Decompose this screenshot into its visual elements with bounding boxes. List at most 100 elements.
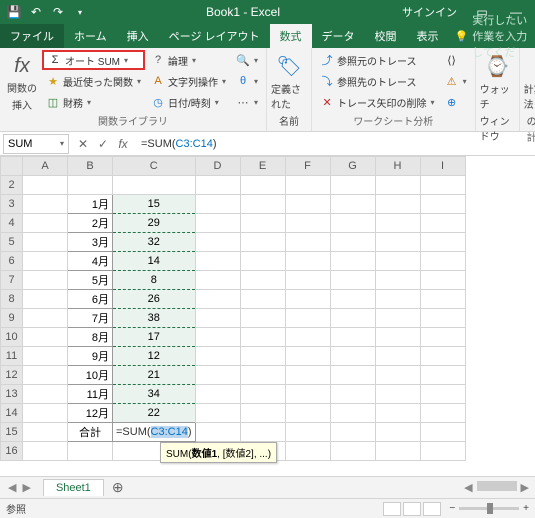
financial-button[interactable]: ◫ 財務 ▾: [42, 92, 145, 112]
tab-view[interactable]: 表示: [407, 24, 449, 48]
cell[interactable]: [195, 366, 240, 385]
cell[interactable]: [240, 404, 285, 423]
cell[interactable]: [375, 385, 420, 404]
cell[interactable]: 17: [113, 328, 196, 347]
cell[interactable]: [420, 442, 465, 461]
cell[interactable]: 5月: [68, 271, 113, 290]
cell[interactable]: [285, 328, 330, 347]
row-header[interactable]: 14: [1, 404, 23, 423]
sheet-tab[interactable]: Sheet1: [43, 479, 104, 496]
cell[interactable]: [330, 366, 375, 385]
formula-input[interactable]: =SUM(C3:C14): [137, 138, 535, 150]
cancel-button[interactable]: ✕: [75, 137, 91, 151]
insert-function-button[interactable]: fx 関数の 挿入: [4, 50, 40, 112]
logical-button[interactable]: ? 論理 ▾: [147, 50, 230, 70]
sheet-nav-prev[interactable]: ◀: [8, 481, 16, 494]
cell[interactable]: [240, 252, 285, 271]
cell[interactable]: [285, 423, 330, 442]
cell[interactable]: [375, 214, 420, 233]
cell[interactable]: [240, 195, 285, 214]
math-button[interactable]: θ▾: [232, 71, 262, 91]
cell[interactable]: [420, 328, 465, 347]
row-header[interactable]: 5: [1, 233, 23, 252]
scroll-thumb[interactable]: [477, 481, 517, 491]
cell[interactable]: [420, 233, 465, 252]
cell[interactable]: [375, 423, 420, 442]
tab-data[interactable]: データ: [312, 24, 365, 48]
cell[interactable]: [68, 442, 113, 461]
cell[interactable]: [330, 404, 375, 423]
tab-formulas[interactable]: 数式: [270, 24, 312, 48]
cell[interactable]: [23, 176, 68, 195]
row-header[interactable]: 16: [1, 442, 23, 461]
signin-button[interactable]: サインイン: [396, 4, 463, 20]
cell[interactable]: 3月: [68, 233, 113, 252]
cell[interactable]: [285, 404, 330, 423]
cell[interactable]: [240, 423, 285, 442]
row-header[interactable]: 4: [1, 214, 23, 233]
sheet-nav-next[interactable]: ▶: [22, 481, 30, 494]
cell[interactable]: [23, 252, 68, 271]
cell[interactable]: [330, 195, 375, 214]
cell[interactable]: 38: [113, 309, 196, 328]
cell[interactable]: 22: [113, 404, 196, 423]
calc-options-button[interactable]: 📱 計算方法 の設定: [524, 50, 535, 128]
cell[interactable]: [240, 214, 285, 233]
column-header[interactable]: A: [23, 157, 68, 176]
cell[interactable]: [240, 328, 285, 347]
recently-used-button[interactable]: ★ 最近使った関数 ▾: [42, 71, 145, 91]
cell[interactable]: [23, 347, 68, 366]
cell[interactable]: [375, 347, 420, 366]
cell[interactable]: [375, 366, 420, 385]
row-header[interactable]: 9: [1, 309, 23, 328]
spreadsheet-grid[interactable]: ABCDEFGHI231月1542月2953月3264月1475月886月269…: [0, 156, 535, 461]
scroll-left-icon[interactable]: ◀: [464, 481, 472, 494]
row-header[interactable]: 7: [1, 271, 23, 290]
column-header[interactable]: B: [68, 157, 113, 176]
cell[interactable]: 6月: [68, 290, 113, 309]
row-header[interactable]: 15: [1, 423, 23, 442]
cell[interactable]: 9月: [68, 347, 113, 366]
cell[interactable]: [285, 195, 330, 214]
cell[interactable]: 12月: [68, 404, 113, 423]
cell[interactable]: [375, 195, 420, 214]
cell[interactable]: [375, 176, 420, 195]
watch-window-button[interactable]: ⌚ ウォッチ ウィンドウ: [480, 50, 515, 143]
cell[interactable]: [330, 309, 375, 328]
cell[interactable]: [240, 233, 285, 252]
cell[interactable]: [375, 252, 420, 271]
cell[interactable]: [330, 347, 375, 366]
fx-button[interactable]: fx: [115, 137, 131, 151]
defined-names-button[interactable]: 🏷 定義された 名前: [271, 50, 307, 128]
autosum-button[interactable]: Σ オート SUM ▾: [42, 50, 145, 70]
cell[interactable]: 8月: [68, 328, 113, 347]
cell[interactable]: [195, 290, 240, 309]
view-page-layout-button[interactable]: [403, 502, 421, 516]
zoom-slider[interactable]: [459, 507, 519, 510]
date-time-button[interactable]: ◷ 日付/時刻 ▾: [147, 92, 230, 112]
tab-review[interactable]: 校閲: [365, 24, 407, 48]
cell[interactable]: [285, 214, 330, 233]
column-header[interactable]: F: [285, 157, 330, 176]
cell[interactable]: [420, 347, 465, 366]
row-header[interactable]: 10: [1, 328, 23, 347]
cell[interactable]: 8: [113, 271, 196, 290]
row-header[interactable]: 3: [1, 195, 23, 214]
text-button[interactable]: A 文字列操作 ▾: [147, 71, 230, 91]
column-header[interactable]: E: [240, 157, 285, 176]
zoom-out-button[interactable]: −: [449, 503, 455, 514]
cell[interactable]: [23, 328, 68, 347]
cell[interactable]: [375, 290, 420, 309]
cell[interactable]: [330, 442, 375, 461]
evaluate-button[interactable]: ⊕: [441, 92, 471, 112]
cell[interactable]: [23, 366, 68, 385]
cell[interactable]: [23, 271, 68, 290]
redo-icon[interactable]: ↷: [48, 2, 68, 22]
cell[interactable]: [23, 309, 68, 328]
cell[interactable]: [113, 176, 196, 195]
tab-page-layout[interactable]: ページ レイアウト: [159, 24, 270, 48]
cell[interactable]: [330, 290, 375, 309]
cell[interactable]: [375, 442, 420, 461]
cell[interactable]: [285, 347, 330, 366]
cell[interactable]: [330, 252, 375, 271]
